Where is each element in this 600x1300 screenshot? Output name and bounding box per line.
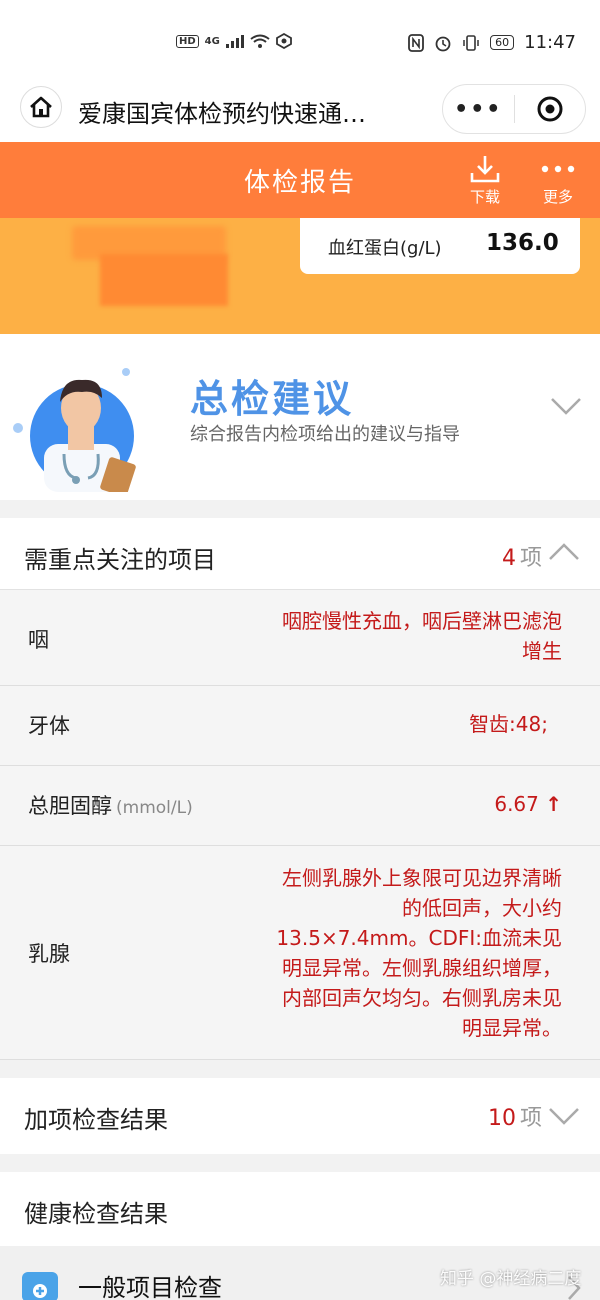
metric-value: 136.0 <box>486 230 559 256</box>
extra-count-value: 10 <box>487 1106 516 1131</box>
report-title: 体检报告 <box>243 168 356 198</box>
chevron-down-icon <box>549 1108 579 1125</box>
nfc-icon <box>408 33 425 52</box>
medical-kit-icon <box>22 1272 58 1300</box>
download-button[interactable]: 下载 <box>468 152 502 207</box>
redacted-block <box>100 254 228 306</box>
focus-section: 需重点关注的项目 4项 咽 咽腔慢性充血，咽后壁淋巴滤泡增生 牙体 智齿:48;… <box>0 518 600 1060</box>
focus-count-unit: 项 <box>519 546 542 571</box>
item-value: 智齿:48; <box>469 712 548 736</box>
network-type: 4G <box>204 35 220 47</box>
doctor-illustration <box>13 368 136 492</box>
focus-item-row[interactable]: 咽 咽腔慢性充血，咽后壁淋巴滤泡增生 <box>0 590 600 686</box>
vibrate-icon <box>463 34 479 51</box>
general-exam-label: 一般项目检查 <box>78 1274 222 1300</box>
focus-item-row[interactable]: 总胆固醇 (mmol/L) 6.67 ↑ <box>0 766 600 846</box>
capsule-close-button[interactable] <box>515 95 586 123</box>
status-bar: HD 4G 60 11:47 <box>0 0 600 80</box>
download-label: 下载 <box>469 188 500 206</box>
signal-icon <box>225 35 244 48</box>
home-button[interactable] <box>20 86 62 128</box>
status-left: HD 4G <box>176 33 292 49</box>
extra-count: 10 项 <box>488 1100 542 1132</box>
item-value: 6.67 ↑ <box>494 789 562 819</box>
item-unit: (mmol/L) <box>116 798 193 818</box>
page-title: 爱康国宾体检预约快速通… <box>78 100 366 128</box>
item-value-text: 6.67 <box>494 792 539 816</box>
home-icon <box>30 96 52 118</box>
advice-subtitle: 综合报告内检项给出的建议与指导 <box>190 424 460 445</box>
chevron-down-icon <box>551 398 581 415</box>
item-name: 总胆固醇 (mmol/L) <box>28 790 193 820</box>
more-dots-icon <box>541 165 575 173</box>
more-dots-icon: ••• <box>454 96 503 122</box>
item-name: 牙体 <box>28 714 70 738</box>
focus-title: 需重点关注的项目 <box>24 546 216 574</box>
item-name-text: 总胆固醇 <box>28 794 112 818</box>
item-value: 左侧乳腺外上象限可见边界清晰的低回声，大小约13.5×7.4mm。CDFI:血流… <box>276 866 562 1040</box>
battery-level: 60 <box>490 35 515 50</box>
focus-item-row[interactable]: 牙体 智齿:48; <box>0 686 600 766</box>
advice-title: 总检建议 <box>190 377 355 421</box>
chevron-up-icon <box>549 543 579 560</box>
item-name: 乳腺 <box>28 942 70 966</box>
focus-count: 4项 <box>502 540 542 572</box>
report-header: 体检报告 下载 更多 <box>0 142 600 218</box>
hd-badge: HD <box>176 34 199 48</box>
item-name: 咽 <box>28 628 49 652</box>
focus-item-row[interactable]: 乳腺 左侧乳腺外上象限可见边界清晰的低回声，大小约13.5×7.4mm。CDFI… <box>0 846 600 1060</box>
advice-section[interactable]: 总检建议 综合报告内检项给出的建议与指导 <box>0 334 600 500</box>
extra-section-header[interactable]: 加项检查结果 10 项 <box>0 1078 600 1154</box>
health-title: 健康检查结果 <box>24 1200 168 1228</box>
item-value: 咽腔慢性充血，咽后壁淋巴滤泡增生 <box>282 609 562 663</box>
mini-program-nav-bar: 爱康国宾体检预约快速通… ••• <box>0 80 600 142</box>
metric-card: 血红蛋白(g/L) 136.0 <box>300 218 580 274</box>
status-right: 60 11:47 <box>408 32 576 53</box>
alarm-icon <box>435 36 451 51</box>
health-section-header: 健康检查结果 <box>0 1172 600 1246</box>
clock: 11:47 <box>524 32 576 53</box>
target-icon <box>537 96 563 122</box>
report-hero: 血红蛋白(g/L) 136.0 <box>0 218 600 334</box>
hotspot-icon <box>275 33 292 49</box>
focus-header[interactable]: 需重点关注的项目 4项 <box>0 518 600 590</box>
download-icon <box>470 156 500 183</box>
extra-title: 加项检查结果 <box>24 1106 168 1134</box>
watermark: 知乎 @神经病二度 <box>440 1269 582 1289</box>
capsule-menu: ••• <box>442 84 586 134</box>
arrow-up-icon: ↑ <box>545 792 562 816</box>
metric-label: 血红蛋白(g/L) <box>328 238 442 259</box>
capsule-more-button[interactable]: ••• <box>443 97 514 122</box>
extra-count-unit: 项 <box>519 1106 542 1131</box>
wifi-icon <box>250 34 270 48</box>
focus-count-value: 4 <box>501 546 516 571</box>
more-label: 更多 <box>542 188 573 206</box>
more-button[interactable]: 更多 <box>540 152 576 207</box>
